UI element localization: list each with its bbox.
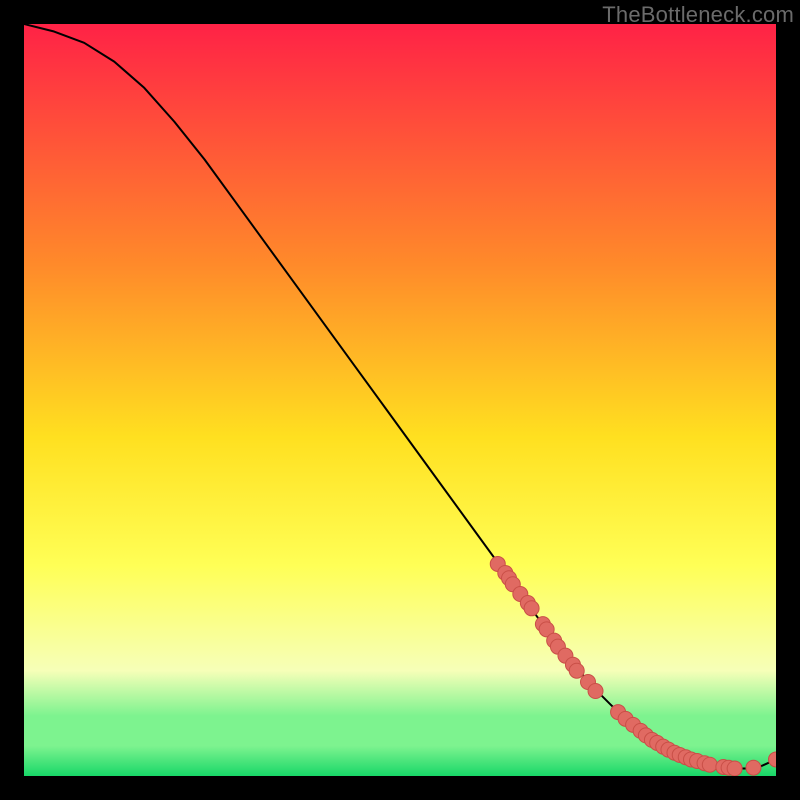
- chart-stage: TheBottleneck.com: [0, 0, 800, 800]
- scatter-point: [702, 757, 717, 772]
- scatter-point: [569, 663, 584, 678]
- scatter-point: [727, 761, 742, 776]
- scatter-point: [746, 760, 761, 775]
- scatter-point: [524, 601, 539, 616]
- gradient-background: [24, 24, 776, 776]
- scatter-point: [588, 684, 603, 699]
- plot-area: [24, 24, 776, 776]
- plot-svg: [24, 24, 776, 776]
